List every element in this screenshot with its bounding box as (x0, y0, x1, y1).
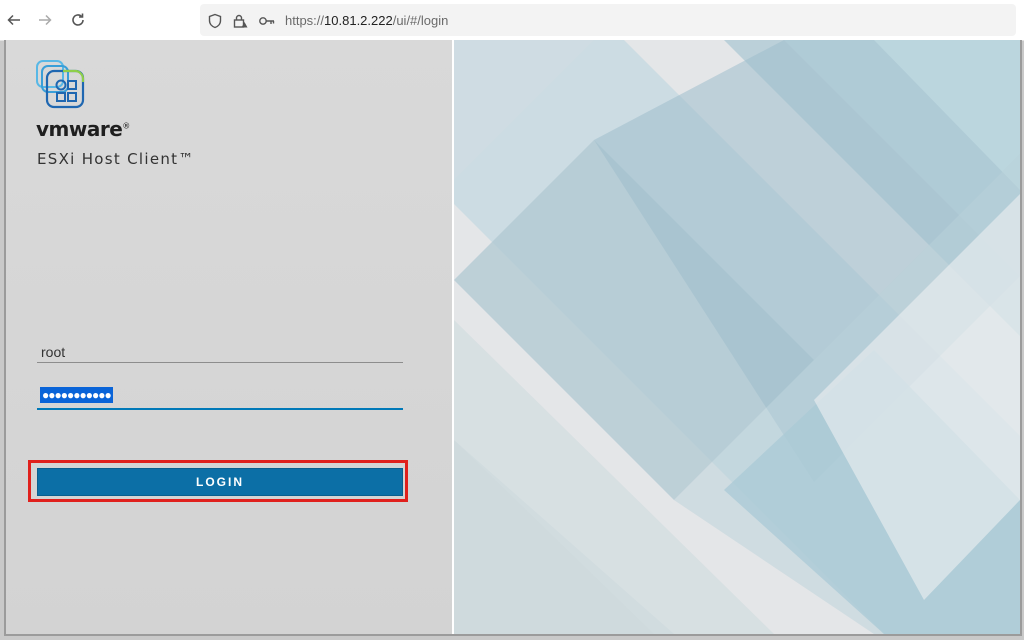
url-scheme: https:// (285, 13, 325, 28)
browser-toolbar: https://10.81.2.222/ui/#/login (0, 0, 1024, 41)
vmware-logo-icon (36, 60, 86, 110)
username-value: root (41, 344, 66, 360)
username-field[interactable]: root (37, 340, 403, 363)
forward-arrow-icon[interactable] (35, 10, 55, 30)
reload-icon[interactable] (68, 10, 88, 30)
url-host: 10.81.2.222 (324, 13, 393, 28)
shield-icon[interactable] (206, 12, 224, 30)
url-path: /ui/#/login (392, 13, 449, 28)
login-button[interactable]: LOGIN (37, 468, 403, 496)
page-frame: vmware® ESXi Host Client™ root ●●●●●●●●●… (4, 40, 1022, 636)
brand-text: vmware (36, 117, 123, 141)
url-text[interactable]: https://10.81.2.222/ui/#/login (285, 13, 448, 28)
address-bar[interactable]: https://10.81.2.222/ui/#/login (200, 4, 1016, 36)
product-title: ESXi Host Client™ (37, 150, 195, 168)
brand-name: vmware® (36, 117, 130, 141)
brand-registered-mark: ® (122, 121, 130, 131)
lock-warning-icon[interactable] (231, 12, 249, 30)
password-field[interactable]: ●●●●●●●●●●● (37, 384, 403, 410)
login-panel: vmware® ESXi Host Client™ root ●●●●●●●●●… (6, 40, 452, 634)
back-arrow-icon[interactable] (4, 10, 24, 30)
background-artwork (454, 40, 1020, 634)
key-icon[interactable] (258, 12, 276, 30)
password-value: ●●●●●●●●●●● (40, 387, 113, 403)
